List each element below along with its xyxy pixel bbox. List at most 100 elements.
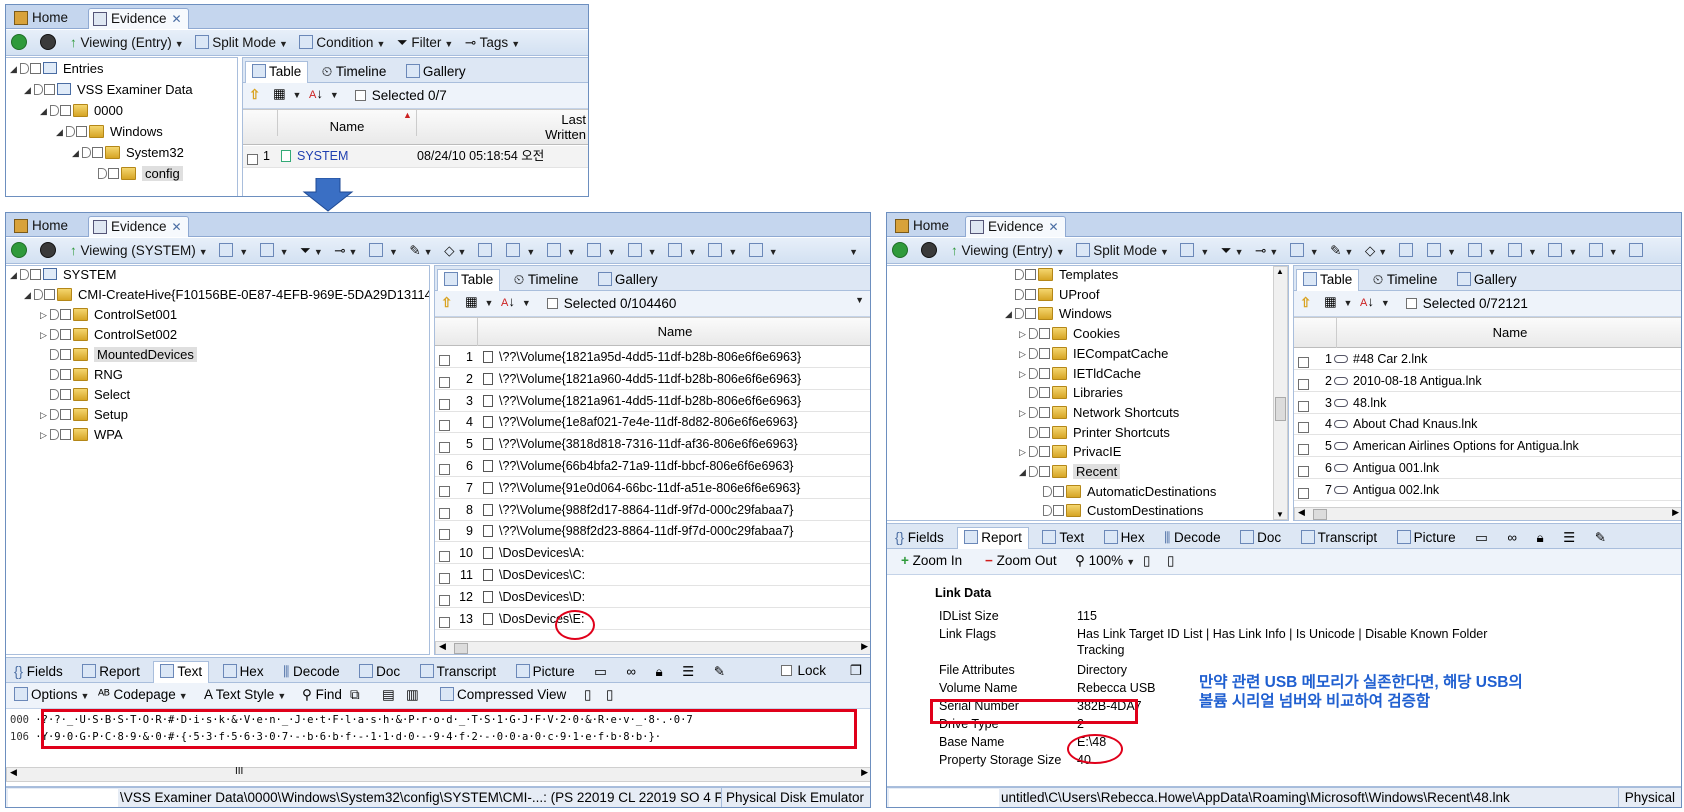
selected-count[interactable]: Selected 0/7 xyxy=(355,88,447,103)
tab-evidence[interactable]: Evidence ✕ xyxy=(88,8,189,29)
prev-page-icon[interactable]: ▯ xyxy=(584,687,591,703)
tree-item-mounteddevices[interactable]: MountedDevices xyxy=(40,346,197,364)
tool-button-10[interactable]: ▼ xyxy=(1427,242,1456,260)
tab-evidence[interactable]: Evidence ✕ xyxy=(88,216,189,237)
tool-button-9[interactable] xyxy=(477,242,495,260)
edit-icon[interactable]: ✎ xyxy=(1589,528,1612,550)
table-row[interactable]: 7 \??\Volume{91e0d064-66bc-11df-a51e-806e… xyxy=(435,478,870,499)
table-row[interactable]: 2 2010-08-18 Antigua.lnk xyxy=(1294,371,1681,392)
col-last[interactable]: Last xyxy=(561,112,586,127)
table-row[interactable]: 1 \??\Volume{1821a95d-4dd5-11df-b28b-806e… xyxy=(435,347,870,368)
text-horizontal-scrollbar[interactable]: ◀ III ▶ xyxy=(6,766,870,782)
tab-doc[interactable]: Doc xyxy=(1234,528,1287,550)
condition-button[interactable]: ▼ xyxy=(1180,242,1209,260)
tab-home[interactable]: Home xyxy=(10,216,74,237)
tree-item-cmi-createhive[interactable]: ◢ CMI-CreateHive{F10156BE-0E87-4EFB-969E-… xyxy=(24,286,429,304)
tool-button-14[interactable]: ▼ xyxy=(1588,242,1618,260)
tags-dropdown[interactable]: ⊸ Tags ▼ xyxy=(465,34,520,52)
tab-text[interactable]: Text xyxy=(153,661,210,683)
tree-item-config[interactable]: config xyxy=(98,165,183,183)
table-row[interactable]: 7 Antigua 002.lnk xyxy=(1294,480,1681,501)
row-checkbox[interactable] xyxy=(1298,466,1309,477)
tree-item[interactable]: ▷ Network Shortcuts xyxy=(1019,404,1179,422)
tool-button-9[interactable] xyxy=(1398,242,1416,260)
tool-button-14[interactable]: ▼ xyxy=(667,242,697,260)
compressed-view-button[interactable]: Compressed View xyxy=(440,687,566,702)
tab-home[interactable]: Home xyxy=(891,216,955,237)
table-row[interactable]: 1 #48 Car 2.lnk xyxy=(1294,349,1681,370)
link-icon[interactable]: ∞ xyxy=(1501,528,1523,550)
tab-home[interactable]: Home xyxy=(10,8,74,29)
copy-icon[interactable]: ⧉ xyxy=(350,687,360,703)
selected-count[interactable]: Selected 0/72121 xyxy=(1406,296,1528,311)
next-page-icon[interactable]: ▯ xyxy=(606,687,613,703)
table-row[interactable]: 2 \??\Volume{1821a960-4dd5-11df-b28b-806e… xyxy=(435,369,870,390)
tree-item[interactable]: ▷ IETldCache xyxy=(1019,365,1141,383)
filter-dropdown[interactable]: ⏷ Filter ▼ xyxy=(397,34,454,52)
tree-item-windows[interactable]: ◢ Windows xyxy=(56,123,163,141)
tab-timeline[interactable]: ⏲ Timeline xyxy=(316,62,393,84)
tab-gallery[interactable]: Gallery xyxy=(400,62,472,84)
table-row[interactable]: 13 \DosDevices\E: xyxy=(435,609,870,630)
table-row[interactable]: 5 American Airlines Options for Antigua.l… xyxy=(1294,436,1681,458)
tool-button-11[interactable]: ▼ xyxy=(1467,242,1496,260)
tab-transcript[interactable]: Transcript xyxy=(1295,528,1384,550)
copy-report-icon[interactable]: ▯ xyxy=(1167,553,1174,569)
link-icon[interactable]: ∞ xyxy=(620,662,642,684)
col-written[interactable]: Written xyxy=(545,127,586,142)
sort-icon[interactable]: A↓ ▼ xyxy=(501,294,531,309)
table-row[interactable]: 4 \??\Volume{1e8af021-7e4e-11df-8d82-806e… xyxy=(435,412,870,434)
zoom-out-button[interactable]: − Zoom Out xyxy=(985,553,1057,568)
tree-item-wpa[interactable]: ▷ WPA xyxy=(40,426,123,444)
viewing-dropdown[interactable]: ↑ Viewing (SYSTEM) ▼ xyxy=(70,242,208,260)
horizontal-scrollbar[interactable]: ◀ ▶ xyxy=(1294,507,1681,520)
tab-table[interactable]: Table xyxy=(437,269,501,291)
zoom-level-dropdown[interactable]: ⚲ 100% ▼ xyxy=(1075,553,1135,569)
row-checkbox[interactable] xyxy=(1298,378,1309,390)
table-options-icon[interactable]: ▼ xyxy=(855,295,864,305)
row-checkbox[interactable] xyxy=(439,464,450,475)
row-checkbox[interactable] xyxy=(439,485,450,497)
tool-button-15[interactable] xyxy=(1629,242,1646,260)
viewing-dropdown[interactable]: ↑ Viewing (Entry) ▼ xyxy=(951,242,1065,260)
row-checkbox[interactable] xyxy=(439,551,450,563)
split-mode-dropdown[interactable]: Split Mode ▼ xyxy=(195,34,288,52)
zoom-in-button[interactable]: + Zoom In xyxy=(901,553,962,568)
row-checkbox[interactable] xyxy=(439,573,450,584)
tab-report[interactable]: Report xyxy=(76,662,146,684)
tree-item[interactable]: ▷ PrivacIE xyxy=(1019,443,1121,461)
tool-button-12[interactable]: ▼ xyxy=(1507,242,1537,260)
tab-picture[interactable]: Picture xyxy=(1391,528,1462,550)
split-mode-button[interactable]: ▼ xyxy=(219,242,248,260)
close-tab-icon[interactable]: ✕ xyxy=(172,220,182,234)
tool-button-13[interactable]: ▼ xyxy=(1548,242,1577,260)
tool-button-16[interactable]: ▼ xyxy=(748,242,778,260)
list-icon[interactable]: ☰ xyxy=(676,662,700,684)
row-checkbox[interactable] xyxy=(1298,400,1309,412)
tab-decode[interactable]: ⫼ Decode xyxy=(1158,528,1227,550)
export-icon[interactable]: ⇧ xyxy=(1300,295,1311,311)
tree-item[interactable]: ▷ IECompatCache xyxy=(1019,345,1168,363)
lock-checkbox[interactable] xyxy=(780,665,792,676)
toolbar-overflow-icon[interactable]: ▼ xyxy=(846,242,858,260)
tree-item-vss[interactable]: ◢ VSS Examiner Data xyxy=(24,81,193,99)
tab-decode[interactable]: ⫼ Decode xyxy=(277,662,346,684)
col-name[interactable]: Name xyxy=(277,110,417,136)
options-dropdown[interactable]: Options ▼ xyxy=(14,687,89,702)
table-row[interactable]: 6 Antigua 001.lnk xyxy=(1294,458,1681,479)
page2-icon[interactable]: ▥ xyxy=(406,687,419,703)
tree-item-select[interactable]: Select xyxy=(40,386,130,404)
row-checkbox[interactable] xyxy=(439,376,450,388)
tree-item[interactable]: Templates xyxy=(1005,266,1118,284)
row-checkbox[interactable] xyxy=(439,442,450,454)
tree-item-entries[interactable]: ◢ Entries xyxy=(10,60,103,78)
table-row[interactable]: 4 About Chad Knaus.lnk xyxy=(1294,414,1681,436)
lock-toggle[interactable]: Lock xyxy=(775,661,832,683)
tree-item[interactable]: Libraries xyxy=(1019,384,1123,402)
forward-button[interactable] xyxy=(40,34,58,52)
close-tab-icon[interactable]: ✕ xyxy=(172,12,182,26)
row-checkbox[interactable] xyxy=(439,398,450,410)
tab-gallery[interactable]: Gallery xyxy=(592,270,664,292)
tree-item-system[interactable]: ◢ SYSTEM xyxy=(10,266,116,284)
row-checkbox[interactable] xyxy=(439,594,450,606)
